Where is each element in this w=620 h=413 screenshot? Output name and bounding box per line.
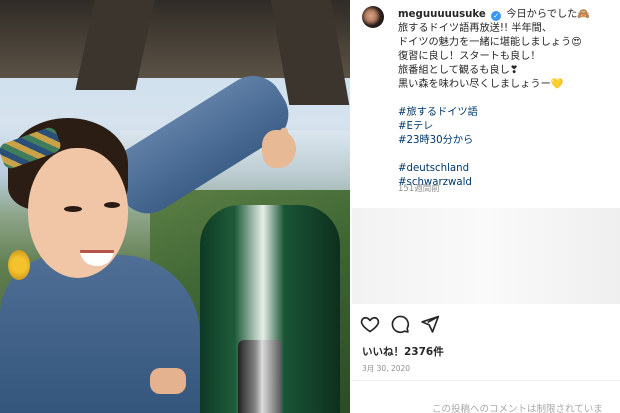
comment-icon[interactable] (390, 314, 410, 334)
photo-person-face (28, 148, 128, 278)
post-time-ago[interactable]: 151週間前 (398, 182, 440, 194)
caption-line: 旅番組として観るも良し❣ (398, 65, 519, 76)
comments-loading-area (352, 208, 620, 304)
post-date: 3月 30, 2020 (362, 364, 411, 373)
caption-line: ドイツの魅力を一緒に堪能しましょう😍 (398, 37, 582, 48)
post-username[interactable]: meguuuuusuke (398, 9, 486, 20)
verified-badge-icon: ✓ (491, 11, 502, 21)
heart-icon[interactable] (360, 314, 380, 334)
post-caption: meguuuuusuke ✓ 今日からでした🙈 旅するドイツ語再放送!! 半年間… (398, 8, 616, 190)
like-count[interactable]: いいね！2376件 (362, 344, 444, 359)
hashtag-link[interactable]: #23時30分から (398, 134, 616, 148)
divider (350, 380, 620, 381)
hashtag-link[interactable]: #deutschland (398, 162, 616, 176)
photo-person-eye (64, 206, 82, 212)
photo-person-other-hand (150, 368, 186, 394)
caption-line: 今日からでした🙈 (506, 9, 591, 20)
caption-line: 旅するドイツ語再放送!! 半年間、 (398, 23, 553, 34)
post-details-panel: meguuuuusuke ✓ 今日からでした🙈 旅するドイツ語再放送!! 半年間… (350, 0, 620, 413)
photo-person-earring (8, 250, 30, 280)
photo-person-eye (104, 202, 120, 208)
comments-disabled-notice: この投稿へのコメントは制限されていま (432, 404, 603, 413)
photo-canister (238, 340, 282, 413)
caption-line: 黒い森を味わい尽くしましょうー💛 (398, 79, 564, 90)
share-icon[interactable] (420, 314, 440, 334)
instagram-post-view: meguuuuusuke ✓ 今日からでした🙈 旅するドイツ語再放送!! 半年間… (0, 0, 620, 413)
caption-line: 復習に良し！スタートも良し！ (398, 51, 541, 62)
profile-avatar[interactable] (362, 6, 384, 28)
post-photo[interactable] (0, 0, 350, 413)
hashtag-link[interactable]: #旅するドイツ語 (398, 106, 616, 120)
hashtag-link[interactable]: #Eテレ (398, 120, 616, 134)
